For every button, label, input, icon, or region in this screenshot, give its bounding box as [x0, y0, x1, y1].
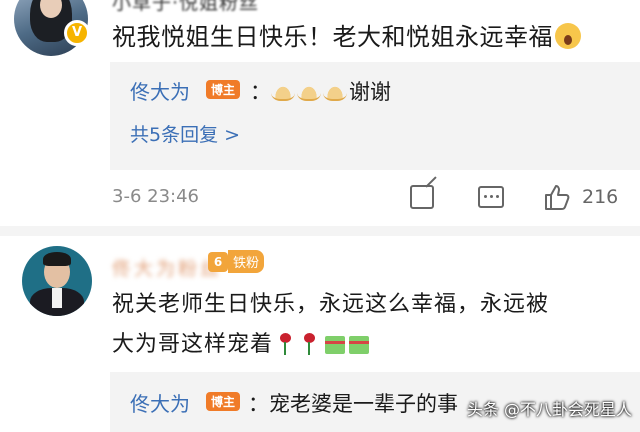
- reply-author-name[interactable]: 佟大为: [130, 76, 190, 105]
- scream-emoji-icon: [555, 23, 581, 49]
- author-badge: 博主: [206, 392, 241, 411]
- pray-emoji-icon: [271, 81, 295, 101]
- reply-text: ：宠老婆是一辈子的事: [248, 392, 458, 416]
- watermark: 头条 @不八卦会死星人: [466, 400, 632, 419]
- comment-text-line: 祝关老师生日快乐，永远这么幸福，永远被: [112, 292, 550, 317]
- fan-badge: 6 铁粉: [208, 250, 265, 273]
- verified-icon: V: [64, 20, 90, 46]
- reply-text: ：谢谢: [250, 80, 391, 104]
- avatar-shirt: [52, 288, 62, 308]
- more-replies-link[interactable]: 共5条回复 >: [130, 120, 240, 147]
- like-count: 216: [582, 186, 619, 208]
- like-icon[interactable]: [543, 183, 571, 211]
- fan-level-icon: 6: [208, 251, 228, 272]
- comment-author-name[interactable]: 小草子·悦姐粉丝: [112, 0, 259, 15]
- fan-badge-label: 铁粉: [228, 250, 265, 273]
- comment-text-line: 大为哥这样宠着: [112, 326, 370, 358]
- avatar[interactable]: [22, 246, 92, 316]
- gift-emoji-icon: [349, 336, 370, 354]
- pray-emoji-icon: [297, 81, 321, 101]
- comment-timestamp: 3-6 23:46: [112, 186, 199, 207]
- reply-box[interactable]: 佟大为 博主 ：谢谢 共5条回复 >: [110, 62, 640, 170]
- share-icon[interactable]: [410, 185, 434, 209]
- comment-divider: [0, 226, 640, 236]
- comment-author-name[interactable]: 佟大为粉丝: [112, 254, 222, 281]
- author-badge: 博主: [206, 80, 241, 99]
- pray-emoji-icon: [323, 81, 347, 101]
- avatar-hair: [43, 252, 71, 266]
- reply-author-name[interactable]: 佟大为: [130, 388, 190, 417]
- rose-emoji-icon: [302, 333, 316, 355]
- comment-text: 祝我悦姐生日快乐！老大和悦姐永远幸福: [112, 17, 581, 52]
- comment-icon[interactable]: [478, 186, 504, 208]
- gift-emoji-icon: [325, 336, 346, 354]
- rose-emoji-icon: [278, 333, 292, 355]
